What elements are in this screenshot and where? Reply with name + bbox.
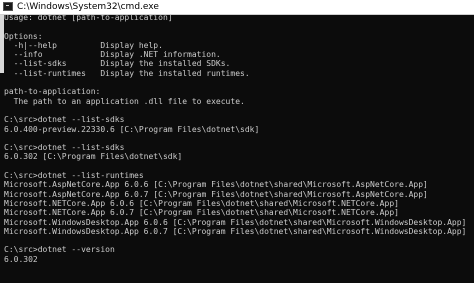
console-line: Microsoft.NETCore.App 6.0.6 [C:\Program … (4, 198, 399, 208)
console-line: C:\src>dotnet --list-runtimes (4, 171, 144, 181)
console-line: C:\src>dotnet --list-sdks (4, 115, 125, 125)
console-line: Microsoft.WindowsDesktop.App 6.0.7 [C:\P… (4, 226, 467, 236)
console-line: Usage: dotnet [path-to-application] (4, 15, 173, 22)
console-line: path-to-application: (4, 87, 101, 97)
console-line: 6.0.400-preview.22330.6 [C:\Program File… (4, 124, 260, 134)
console-line: 6.0.302 [C:\Program Files\dotnet\sdk] (4, 152, 183, 162)
console-line: Microsoft.AspNetCore.App 6.0.6 [C:\Progr… (4, 180, 428, 190)
console-line: -h|--help Display help. (4, 40, 163, 50)
console-line: --list-sdks Display the installed SDKs. (4, 59, 231, 69)
console-icon[interactable] (3, 2, 13, 11)
console-line: Microsoft.AspNetCore.App 6.0.7 [C:\Progr… (4, 189, 428, 199)
console-output: Usage: dotnet [path-to-application] Optio… (4, 15, 466, 264)
console-line: C:\src>dotnet --list-sdks (4, 143, 125, 153)
console-line: Options: (4, 31, 43, 41)
console-line: Microsoft.NETCore.App 6.0.7 [C:\Program … (4, 208, 399, 218)
console-line: C:\src>dotnet --version (4, 245, 115, 255)
console-line: --list-runtimes Display the installed ru… (4, 68, 250, 78)
console-line: 6.0.302 (4, 254, 38, 264)
title-bar[interactable]: C:\Windows\System32\cmd.exe (0, 0, 474, 15)
cmd-window: C:\Windows\System32\cmd.exe Usage: dotne… (0, 0, 474, 283)
window-title: C:\Windows\System32\cmd.exe (17, 2, 159, 12)
console-line: The path to an application .dll file to … (4, 96, 245, 106)
console-line: Microsoft.WindowsDesktop.App 6.0.6 [C:\P… (4, 217, 467, 227)
console-area[interactable]: Usage: dotnet [path-to-application] Optio… (0, 15, 474, 283)
console-line: --info Display .NET information. (4, 50, 221, 60)
